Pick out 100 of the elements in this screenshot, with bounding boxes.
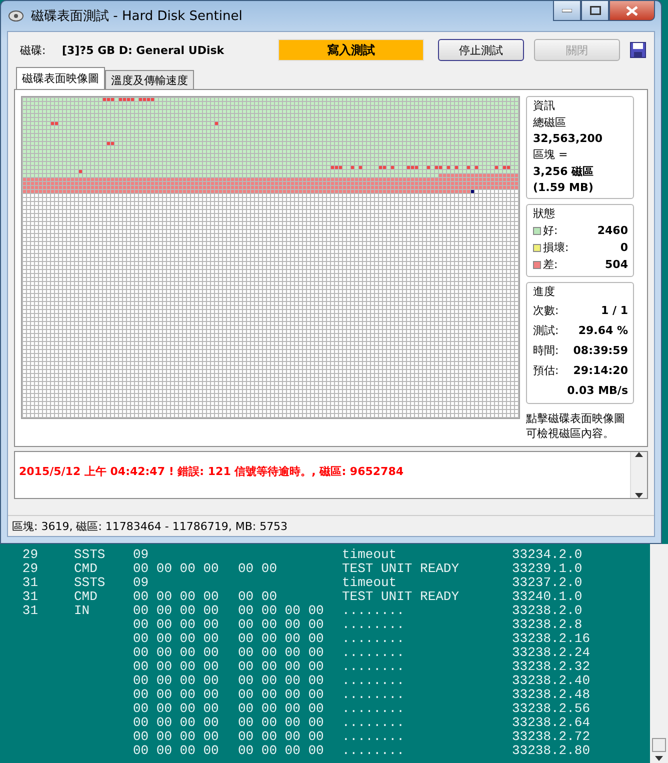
trace-reference: 33238.2.80 — [512, 743, 590, 758]
group-title: 狀態 — [533, 206, 556, 221]
stop-test-button[interactable]: 停止測試 — [438, 39, 524, 61]
progress-label: 測試: — [533, 322, 559, 338]
test-mode-indicator: 寫入測試 — [278, 39, 424, 61]
close-button[interactable] — [609, 1, 655, 21]
trace-description: ........ — [342, 729, 404, 744]
scroll-down-icon[interactable] — [635, 493, 643, 498]
trace-reference: 33234.2.0 — [512, 547, 582, 562]
trace-description: ........ — [342, 715, 404, 730]
drive-label: 磁碟: — [20, 42, 47, 58]
trace-hex: 00 00 00 00 — [238, 645, 324, 660]
legend-label: 好: — [543, 223, 558, 238]
trace-description: ........ — [342, 659, 404, 674]
trace-reference: 33238.2.8 — [512, 617, 582, 632]
progress-label: 次數: — [533, 302, 559, 318]
trace-hex: 00 00 00 00 — [238, 687, 324, 702]
trace-reference: 33238.2.0 — [512, 603, 582, 618]
progress-value: 29.64 % — [578, 324, 628, 336]
trace-hex: 00 00 00 00 — [133, 687, 219, 702]
trace-description: ........ — [342, 645, 404, 660]
trace-hex: 00 00 — [238, 589, 278, 604]
progress-label: 時間: — [533, 342, 559, 358]
trace-reference: 33238.2.56 — [512, 701, 590, 716]
trace-reference: 33238.2.24 — [512, 645, 590, 660]
trace-description: ........ — [342, 631, 404, 646]
trace-hex: 09 — [133, 547, 149, 562]
trace-hex: 00 00 00 00 — [238, 603, 324, 618]
trace-hex: 00 00 00 00 — [238, 617, 324, 632]
trace-description: ........ — [342, 687, 404, 702]
trace-description: ........ — [342, 673, 404, 688]
legend-count: 0 — [620, 241, 628, 254]
trace-description: ........ — [342, 701, 404, 716]
trace-reference: 33240.1.0 — [512, 589, 582, 604]
minimize-button[interactable] — [553, 1, 581, 21]
trace-id: 29 — [22, 547, 38, 562]
save-icon[interactable] — [630, 42, 646, 58]
trace-hex: 00 00 00 00 — [238, 715, 324, 730]
tab[interactable]: 溫度及傳輸速度 — [105, 70, 194, 89]
maximize-icon — [590, 6, 600, 15]
trace-reference: 33238.2.72 — [512, 729, 590, 744]
status-bar-text: 區塊: 3619, 磁區: 11783464 - 11786719, MB: 5753 — [12, 518, 288, 534]
block-label: 區塊 = — [533, 147, 569, 162]
trace-hex: 00 00 00 00 — [238, 659, 324, 674]
trace-id: 31 — [22, 603, 38, 618]
trace-reference: 33238.2.48 — [512, 687, 590, 702]
trace-hex: 00 00 00 00 — [238, 743, 324, 758]
close-icon — [626, 6, 638, 16]
trace-description: ........ — [342, 617, 404, 632]
trace-hex: 00 00 00 00 — [133, 603, 219, 618]
trace-hex: 09 — [133, 575, 149, 590]
scroll-up-icon[interactable] — [635, 452, 643, 457]
trace-type: SSTS — [74, 547, 106, 562]
total-sectors-value: 32,563,200 — [533, 132, 604, 145]
scroll-down-icon[interactable] — [655, 756, 663, 761]
trace-hex: 00 00 — [238, 561, 278, 576]
log-line: 2015/5/12 上午 04:42:47 ! 錯誤: 121 信號等待逾時。, 磁區: 9652784 — [19, 465, 404, 478]
app-icon — [7, 9, 25, 23]
trace-type: IN — [74, 603, 90, 618]
maximize-button[interactable] — [581, 1, 609, 21]
trace-reference: 33239.1.0 — [512, 561, 582, 576]
minimize-icon — [562, 8, 572, 12]
trace-id: 29 — [22, 561, 38, 576]
hint-text: 點擊磁碟表面映像圖可檢視磁區內容。 — [526, 411, 626, 441]
window-title: 磁碟表面測試 - Hard Disk Sentinel — [31, 8, 242, 25]
disk-surface-map-drawing[interactable] — [21, 96, 520, 419]
trace-type: SSTS — [74, 575, 106, 590]
trace-id: 31 — [22, 589, 38, 604]
legend-label: 損壞: — [543, 240, 569, 255]
trace-hex: 00 00 00 00 — [133, 701, 219, 716]
trace-reference: 33238.2.64 — [512, 715, 590, 730]
trace-hex: 00 00 00 00 — [133, 659, 219, 674]
trace-id: 31 — [22, 575, 38, 590]
trace-hex: 00 00 00 00 — [238, 701, 324, 716]
progress-value: 1 / 1 — [601, 304, 628, 316]
scroll-thumb[interactable] — [652, 738, 666, 752]
trace-reference: 33238.2.40 — [512, 673, 590, 688]
trace-hex: 00 00 00 00 — [238, 729, 324, 744]
block-value: 3,256 磁區 — [533, 164, 595, 179]
drive-name: [3]?5 GB D: General UDisk — [62, 44, 226, 56]
legend-count: 2460 — [597, 224, 628, 237]
trace-description: ........ — [342, 603, 404, 618]
progress-value: 08:39:59 — [573, 344, 628, 356]
trace-hex: 00 00 00 00 — [238, 631, 324, 646]
trace-hex: 00 00 00 00 — [133, 729, 219, 744]
trace-hex: 00 00 00 00 — [133, 645, 219, 660]
legend-count: 504 — [605, 258, 628, 271]
trace-type: CMD — [74, 561, 98, 576]
trace-hex: 00 00 00 00 — [133, 673, 219, 688]
trace-type: CMD — [74, 589, 98, 604]
tab[interactable]: 磁碟表面映像圖 — [16, 67, 105, 89]
trace-description: timeout — [342, 575, 397, 590]
legend-label: 差: — [543, 257, 558, 272]
trace-reference: 33238.2.16 — [512, 631, 590, 646]
total-sectors-label: 總磁區 — [533, 115, 567, 130]
trace-hex: 00 00 00 00 — [238, 673, 324, 688]
trace-hex: 00 00 00 00 — [133, 561, 219, 576]
block-size: (1.59 MB) — [533, 181, 594, 194]
trace-reference: 33238.2.32 — [512, 659, 590, 674]
trace-hex: 00 00 00 00 — [133, 589, 219, 604]
